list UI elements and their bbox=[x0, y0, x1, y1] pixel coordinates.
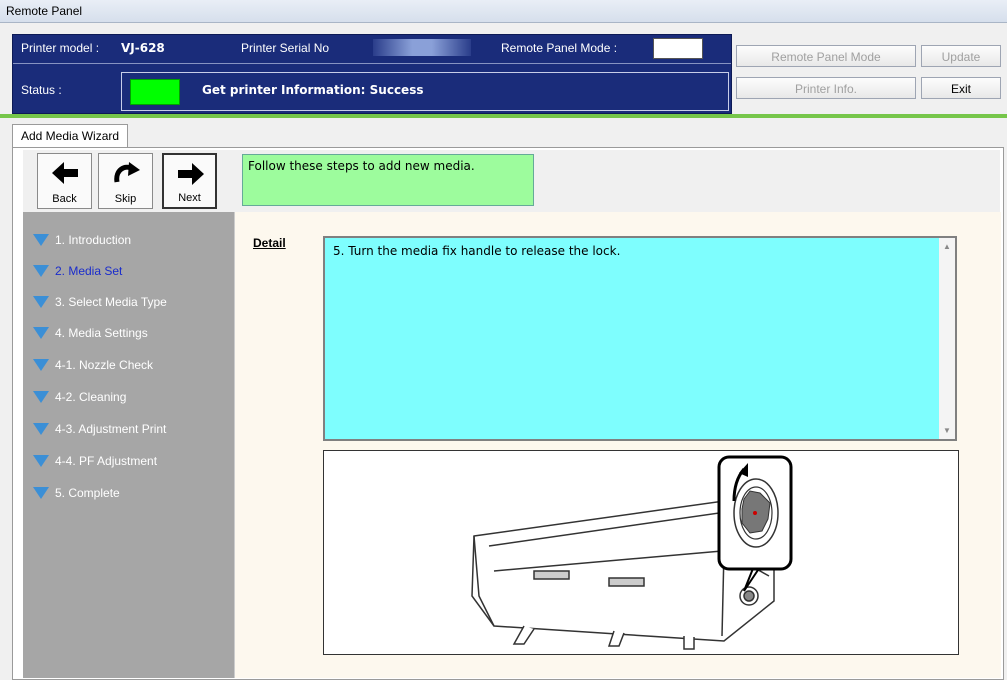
triangle-down-icon bbox=[33, 359, 49, 371]
back-button[interactable]: Back bbox=[37, 153, 92, 209]
triangle-down-icon bbox=[33, 265, 49, 277]
serial-value-redacted bbox=[373, 39, 471, 56]
printer-info-button[interactable]: Printer Info. bbox=[736, 77, 916, 99]
scroll-up-icon[interactable]: ▲ bbox=[943, 242, 951, 251]
step-pf-adjustment[interactable]: 4-4. PF Adjustment bbox=[33, 451, 157, 471]
step-label: 5. Complete bbox=[55, 486, 120, 500]
triangle-down-icon bbox=[33, 423, 49, 435]
step-label: 4-4. PF Adjustment bbox=[55, 454, 158, 468]
triangle-down-icon bbox=[33, 391, 49, 403]
triangle-down-icon bbox=[33, 327, 49, 339]
arrow-left-icon bbox=[52, 162, 78, 184]
detail-textbox[interactable]: 5. Turn the media fix handle to release … bbox=[323, 236, 957, 441]
step-select-media-type[interactable]: 3. Select Media Type bbox=[33, 292, 167, 312]
triangle-down-icon bbox=[33, 234, 49, 246]
window-titlebar: Remote Panel bbox=[0, 0, 1007, 23]
triangle-down-icon bbox=[33, 455, 49, 467]
scroll-down-icon[interactable]: ▼ bbox=[943, 426, 951, 435]
redo-arrow-icon bbox=[114, 162, 140, 183]
next-label: Next bbox=[178, 192, 201, 204]
header-divider bbox=[0, 114, 1007, 118]
serial-label: Printer Serial No bbox=[241, 41, 330, 55]
mode-label: Remote Panel Mode : bbox=[501, 41, 618, 55]
illustration-panel bbox=[323, 450, 959, 655]
update-button[interactable]: Update bbox=[921, 45, 1001, 67]
step-complete[interactable]: 5. Complete bbox=[33, 483, 120, 503]
skip-button[interactable]: Skip bbox=[98, 153, 153, 209]
step-label: 1. Introduction bbox=[55, 233, 132, 247]
instruction-message: Follow these steps to add new media. bbox=[242, 154, 534, 206]
mode-indicator bbox=[653, 38, 703, 59]
step-nozzle-check[interactable]: 4-1. Nozzle Check bbox=[33, 355, 153, 375]
step-label: 4-1. Nozzle Check bbox=[55, 358, 154, 372]
status-led bbox=[130, 79, 180, 105]
exit-button[interactable]: Exit bbox=[921, 77, 1001, 99]
printer-model-value: VJ-628 bbox=[121, 41, 165, 55]
step-media-settings[interactable]: 4. Media Settings bbox=[33, 323, 148, 343]
detail-label: Detail bbox=[253, 236, 286, 250]
skip-label: Skip bbox=[114, 193, 137, 205]
step-label: 2. Media Set bbox=[55, 264, 123, 278]
printer-model-label: Printer model : bbox=[21, 41, 100, 55]
back-label: Back bbox=[52, 193, 77, 205]
status-text: Get printer Information: Success bbox=[202, 83, 424, 97]
window-title: Remote Panel bbox=[6, 4, 83, 18]
detail-scrollbar[interactable]: ▲ ▼ bbox=[939, 238, 955, 439]
step-adjustment-print[interactable]: 4-3. Adjustment Print bbox=[33, 419, 166, 439]
next-button[interactable]: Next bbox=[162, 153, 217, 209]
step-cleaning[interactable]: 4-2. Cleaning bbox=[33, 387, 126, 407]
triangle-down-icon bbox=[33, 487, 49, 499]
status-label: Status : bbox=[21, 83, 62, 97]
printer-header: Printer model : VJ-628 Printer Serial No… bbox=[12, 34, 732, 114]
step-media-set[interactable]: 2. Media Set bbox=[33, 261, 122, 281]
detail-text: 5. Turn the media fix handle to release … bbox=[333, 244, 621, 258]
tab-add-media-wizard[interactable]: Add Media Wizard bbox=[12, 124, 129, 148]
step-label: 4-2. Cleaning bbox=[55, 390, 127, 404]
header-top-row: Printer model : VJ-628 Printer Serial No… bbox=[13, 35, 731, 64]
step-label: 4-3. Adjustment Print bbox=[55, 422, 167, 436]
printer-illustration bbox=[471, 455, 793, 650]
step-introduction[interactable]: 1. Introduction bbox=[33, 230, 131, 250]
status-panel: Get printer Information: Success bbox=[121, 72, 729, 111]
step-label: 3. Select Media Type bbox=[55, 295, 167, 309]
triangle-down-icon bbox=[33, 296, 49, 308]
step-label: 4. Media Settings bbox=[55, 326, 148, 340]
remote-panel-mode-button[interactable]: Remote Panel Mode bbox=[736, 45, 916, 67]
arrow-right-icon bbox=[178, 163, 204, 185]
steps-sidebar: 1. Introduction 2. Media Set 3. Select M… bbox=[23, 212, 234, 678]
